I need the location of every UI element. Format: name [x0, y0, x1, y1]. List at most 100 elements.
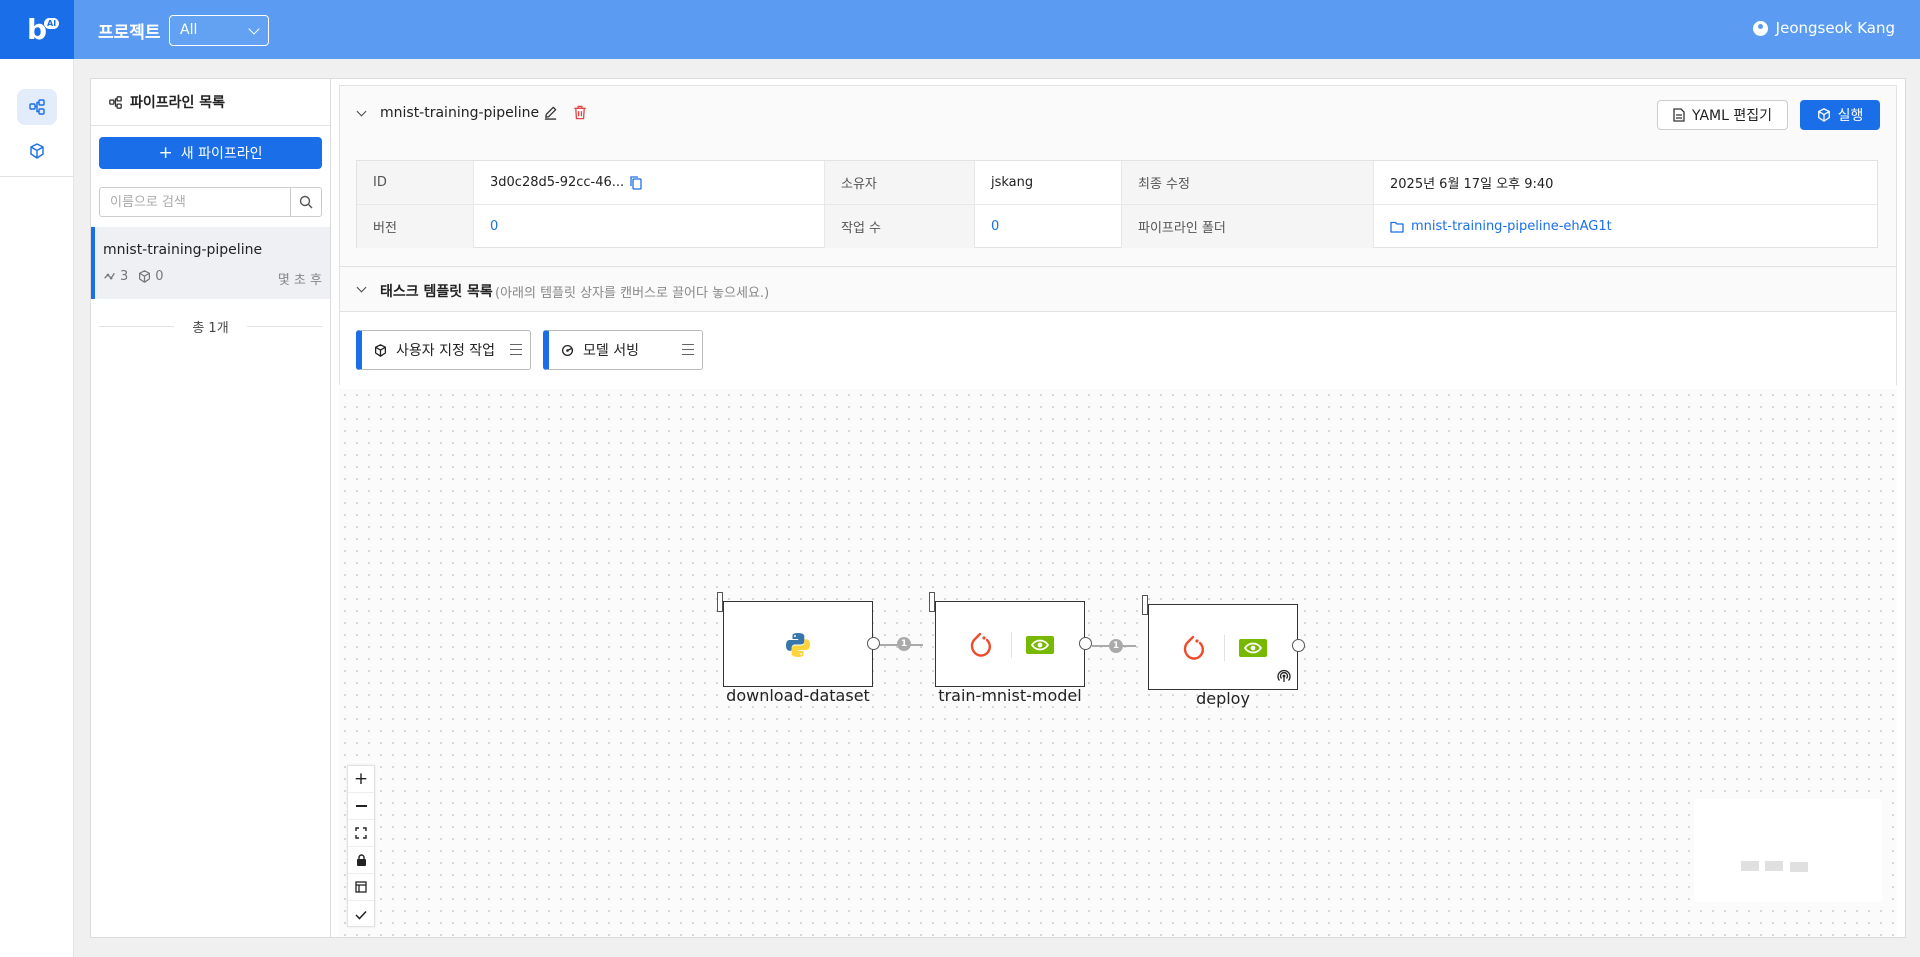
pipeline-title: mnist-training-pipeline [380, 105, 540, 121]
task-template-list: 사용자 지정 작업 모델 서빙 [340, 312, 1896, 385]
node-label: deploy [1196, 689, 1250, 708]
search-icon [299, 195, 313, 209]
nvidia-icon [1026, 636, 1054, 654]
check-icon [355, 910, 367, 920]
tasks-icon [104, 272, 115, 280]
drag-handle-icon[interactable] [682, 344, 694, 355]
python-icon [786, 633, 810, 657]
project-select-value: All [180, 22, 198, 38]
pipeline-list-panel: 파이프라인 목록 + 새 파이프라인 mnist-training-pipeli… [90, 78, 331, 938]
pipeline-icon [29, 99, 45, 115]
run-count: 0 [155, 269, 164, 284]
pipeline-search [99, 187, 322, 217]
left-nav [0, 59, 74, 957]
folder-icon [1390, 221, 1404, 233]
jobs-label: 작업 수 [825, 205, 975, 248]
version-label: 버전 [357, 205, 474, 248]
pipeline-detail: mnist-training-pipeline YAML 편집기 실행 ID 3… [331, 78, 1906, 938]
edge-badge: 1 [1109, 639, 1123, 653]
node-divider [1224, 635, 1225, 661]
id-text: 3d0c28d5-92cc-46... [490, 175, 625, 190]
project-select[interactable]: All [169, 15, 269, 46]
node-label: download-dataset [726, 686, 870, 705]
search-input[interactable] [100, 188, 290, 216]
cube-icon [374, 343, 387, 357]
pipeline-list-item[interactable]: mnist-training-pipeline 3 0 몇 초 후 [91, 227, 330, 299]
new-pipeline-label: 새 파이프라인 [180, 146, 263, 162]
new-pipeline-button[interactable]: + 새 파이프라인 [99, 137, 322, 169]
folder-label: 파이프라인 폴더 [1122, 205, 1374, 248]
yaml-editor-label: YAML 편집기 [1691, 108, 1772, 124]
pipeline-item-name: mnist-training-pipeline [103, 242, 263, 258]
confirm-button[interactable] [348, 901, 374, 928]
output-port[interactable] [1292, 639, 1305, 652]
pipeline-list-header: 파이프라인 목록 [91, 79, 330, 126]
user-menu[interactable]: Jeongseok Kang [1752, 19, 1895, 37]
pytorch-icon [970, 632, 991, 657]
run-icon [1817, 108, 1830, 122]
pipeline-canvas[interactable]: download-dataset 1 train-mnist-model 1 d… [339, 389, 1897, 937]
minimap[interactable] [1694, 799, 1882, 902]
lock-button[interactable] [348, 847, 374, 874]
file-icon [1673, 108, 1685, 122]
jobs-value[interactable]: 0 [975, 205, 1122, 248]
nvidia-icon [1239, 639, 1267, 657]
trash-icon[interactable] [573, 105, 587, 120]
edge-badge: 1 [897, 637, 911, 651]
app-logo[interactable]: b AI [0, 0, 74, 59]
zoom-in-button[interactable]: + [348, 766, 374, 793]
nav-jobs[interactable] [17, 133, 57, 169]
fit-view-icon [355, 827, 367, 839]
yaml-editor-button[interactable]: YAML 편집기 [1657, 100, 1788, 130]
cube-icon [139, 270, 151, 283]
minimap-node [1741, 861, 1759, 871]
output-port[interactable] [1079, 637, 1092, 650]
minimap-node [1790, 862, 1808, 872]
task-template-header: 태스크 템플릿 목록 (아래의 템플릿 상자를 캔버스로 끌어다 놓으세요.) [340, 266, 1896, 312]
template-custom-task[interactable]: 사용자 지정 작업 [356, 330, 531, 370]
lock-icon [356, 854, 366, 866]
fit-view-button[interactable] [348, 820, 374, 847]
drag-handle-icon[interactable] [510, 344, 522, 355]
toggle-panel-button[interactable] [348, 874, 374, 901]
pipeline-item-time: 몇 초 후 [277, 273, 322, 288]
zoom-out-button[interactable] [348, 793, 374, 820]
pipeline-total: 총 1개 [99, 317, 322, 336]
output-port[interactable] [867, 637, 880, 650]
copy-icon[interactable] [630, 175, 642, 190]
modified-value: 2025년 6월 17일 오후 9:40 [1390, 177, 1554, 192]
template-label: 사용자 지정 작업 [396, 343, 496, 359]
run-label: 실행 [1837, 108, 1864, 124]
chevron-down-icon [248, 23, 260, 35]
task-template-title: 태스크 템플릿 목록 [380, 284, 493, 300]
owner-label: 소유자 [825, 161, 975, 204]
cube-icon [30, 143, 44, 159]
broadcast-icon [1277, 669, 1291, 682]
nav-pipelines[interactable] [17, 89, 57, 125]
task-node-deploy[interactable] [1148, 604, 1298, 690]
project-label: 프로젝트 [98, 23, 161, 43]
logo-text: b [26, 13, 48, 46]
task-template-hint: (아래의 템플릿 상자를 캔버스로 끌어다 놓으세요.) [495, 286, 770, 301]
owner-value: jskang [975, 161, 1122, 204]
pipeline-item-meta: 3 0 [103, 269, 164, 284]
chevron-down-icon[interactable] [356, 282, 367, 293]
search-button[interactable] [290, 188, 321, 216]
task-node-download-dataset[interactable] [723, 601, 873, 687]
panel-icon [355, 881, 367, 893]
top-bar: b AI 프로젝트 All Jeongseok Kang [0, 0, 1920, 59]
version-value[interactable]: 0 [474, 205, 825, 248]
task-node-train-mnist-model[interactable] [935, 601, 1085, 687]
logo-badge: AI [44, 18, 60, 29]
pipeline-title-row: mnist-training-pipeline YAML 편집기 실행 [340, 86, 1896, 140]
run-button[interactable]: 실행 [1800, 100, 1880, 130]
template-model-serving[interactable]: 모델 서빙 [543, 330, 703, 370]
node-divider [1011, 632, 1012, 658]
edit-icon[interactable] [543, 105, 558, 120]
pipeline-list-title: 파이프라인 목록 [130, 95, 226, 111]
user-icon [1752, 20, 1768, 36]
folder-link[interactable]: mnist-training-pipeline-ehAG1t [1374, 205, 1879, 248]
chevron-down-icon[interactable] [356, 106, 367, 117]
serving-icon [561, 344, 574, 356]
pytorch-icon [1183, 635, 1204, 660]
